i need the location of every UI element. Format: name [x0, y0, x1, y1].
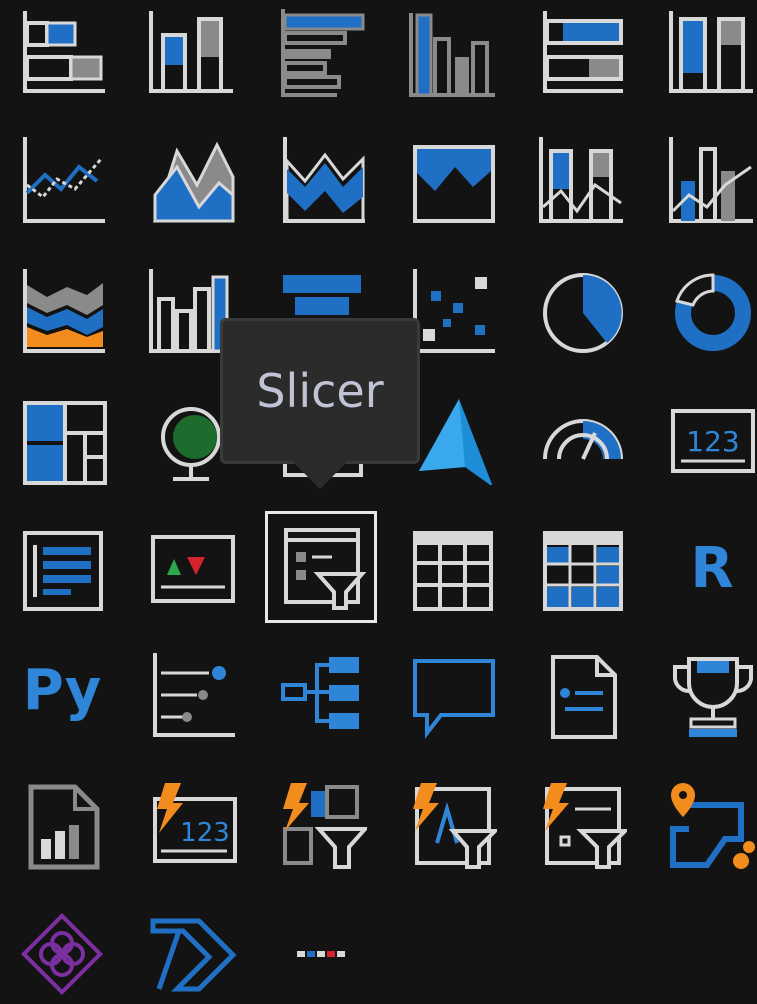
treemap-tile[interactable] — [12, 390, 112, 490]
matrix-tile[interactable] — [532, 518, 632, 618]
multi-row-card-tile[interactable] — [12, 518, 112, 618]
pie-chart-tile[interactable] — [532, 262, 632, 362]
donut-chart-icon — [675, 273, 751, 351]
smart-narrative-tile[interactable] — [532, 646, 632, 746]
decomposition-tree-tile[interactable] — [272, 646, 372, 746]
goals-tile[interactable] — [662, 646, 757, 746]
speech-bubble-icon — [413, 659, 495, 739]
100-stacked-column-chart-icon — [669, 11, 753, 93]
smart-narrative-icon — [551, 655, 617, 739]
line-and-stacked-column-chart-tile[interactable] — [532, 132, 632, 232]
kpi-icon — [151, 535, 235, 603]
r-script-visual-tile[interactable]: R — [662, 518, 757, 618]
card-tile[interactable]: 123 — [662, 390, 757, 490]
ribbon-chart-tile[interactable] — [12, 262, 112, 362]
slicer-icon — [284, 528, 366, 610]
card-value: 123 — [686, 425, 739, 458]
100-stacked-column-chart-tile[interactable] — [662, 4, 757, 104]
multi-row-card-icon — [23, 531, 103, 611]
100-stacked-bar-chart-icon — [543, 11, 623, 93]
power-apps-tile[interactable] — [12, 904, 112, 1004]
clustered-column-chart-tile[interactable] — [402, 4, 502, 104]
scatter-chart-icon — [413, 269, 495, 353]
line-and-clustered-column-chart-icon — [669, 137, 753, 223]
clustered-column-chart-icon — [409, 13, 495, 97]
100-stacked-area-chart-icon — [413, 145, 495, 223]
line-chart-icon — [23, 137, 105, 223]
lightning-slicer-icon — [283, 783, 367, 869]
stacked-bar-chart-tile[interactable] — [12, 4, 112, 104]
matrix-icon — [543, 531, 623, 611]
ribbon-chart-icon — [23, 269, 105, 353]
trophy-icon — [673, 657, 753, 737]
line-and-stacked-column-chart-icon — [539, 137, 623, 223]
100-stacked-area-chart-tile[interactable] — [402, 132, 502, 232]
kpi-tile[interactable] — [142, 518, 242, 618]
treemap-icon — [23, 401, 107, 485]
key-influencers-icon — [153, 653, 235, 737]
paginated-report-tile[interactable] — [12, 776, 112, 876]
power-card-tile[interactable]: 123 — [142, 776, 242, 876]
stacked-bar-chart-icon — [23, 11, 105, 93]
qa-tile[interactable] — [402, 646, 502, 746]
table-tile[interactable] — [402, 518, 502, 618]
key-influencers-tile[interactable] — [142, 646, 242, 746]
power-automate-tile[interactable] — [142, 904, 242, 1004]
pie-chart-icon — [543, 273, 623, 353]
area-chart-icon — [152, 141, 235, 223]
lightning-card-icon: 123 — [153, 783, 237, 863]
text-filter-icon — [413, 783, 497, 869]
power-apps-icon — [20, 912, 104, 996]
visualizations-grid: 123 R Py 123 — [0, 0, 757, 996]
text-filter-tile[interactable] — [402, 776, 502, 876]
azure-map-icon — [419, 399, 493, 485]
stacked-area-chart-tile[interactable] — [272, 132, 372, 232]
more-visuals-tile[interactable] — [272, 904, 372, 1004]
clustered-bar-chart-icon — [281, 9, 365, 97]
area-chart-tile[interactable] — [142, 132, 242, 232]
card-icon: 123 — [671, 409, 755, 473]
power-card-value: 123 — [180, 818, 230, 848]
line-and-clustered-column-chart-tile[interactable] — [662, 132, 757, 232]
gauge-tile[interactable] — [532, 390, 632, 490]
donut-chart-tile[interactable] — [662, 262, 757, 362]
arcgis-map-tile[interactable] — [662, 776, 757, 876]
stacked-column-chart-icon — [149, 11, 233, 93]
more-visuals-icon — [297, 951, 345, 957]
attribute-slicer-tile[interactable] — [532, 776, 632, 876]
slicer-tooltip: Slicer — [220, 318, 420, 464]
clustered-bar-chart-tile[interactable] — [272, 4, 372, 104]
power-slicer-tile[interactable] — [272, 776, 372, 876]
paginated-report-icon — [28, 784, 100, 870]
python-visual-icon: Py — [22, 657, 102, 723]
arcgis-map-icon — [670, 783, 755, 869]
table-icon — [413, 531, 493, 611]
decomposition-tree-icon — [281, 657, 359, 729]
slicer-tile[interactable] — [265, 511, 377, 623]
line-chart-tile[interactable] — [12, 132, 112, 232]
100-stacked-bar-chart-tile[interactable] — [532, 4, 632, 104]
stacked-column-chart-tile[interactable] — [142, 4, 242, 104]
attribute-slicer-icon — [543, 783, 627, 869]
tooltip-text: Slicer — [256, 364, 384, 418]
stacked-area-chart-icon — [283, 137, 365, 223]
tooltip-arrow — [292, 461, 348, 489]
python-visual-tile[interactable]: Py — [12, 640, 112, 740]
power-automate-icon — [150, 918, 237, 992]
r-script-visual-icon: R — [690, 535, 734, 601]
gauge-icon — [543, 419, 623, 460]
